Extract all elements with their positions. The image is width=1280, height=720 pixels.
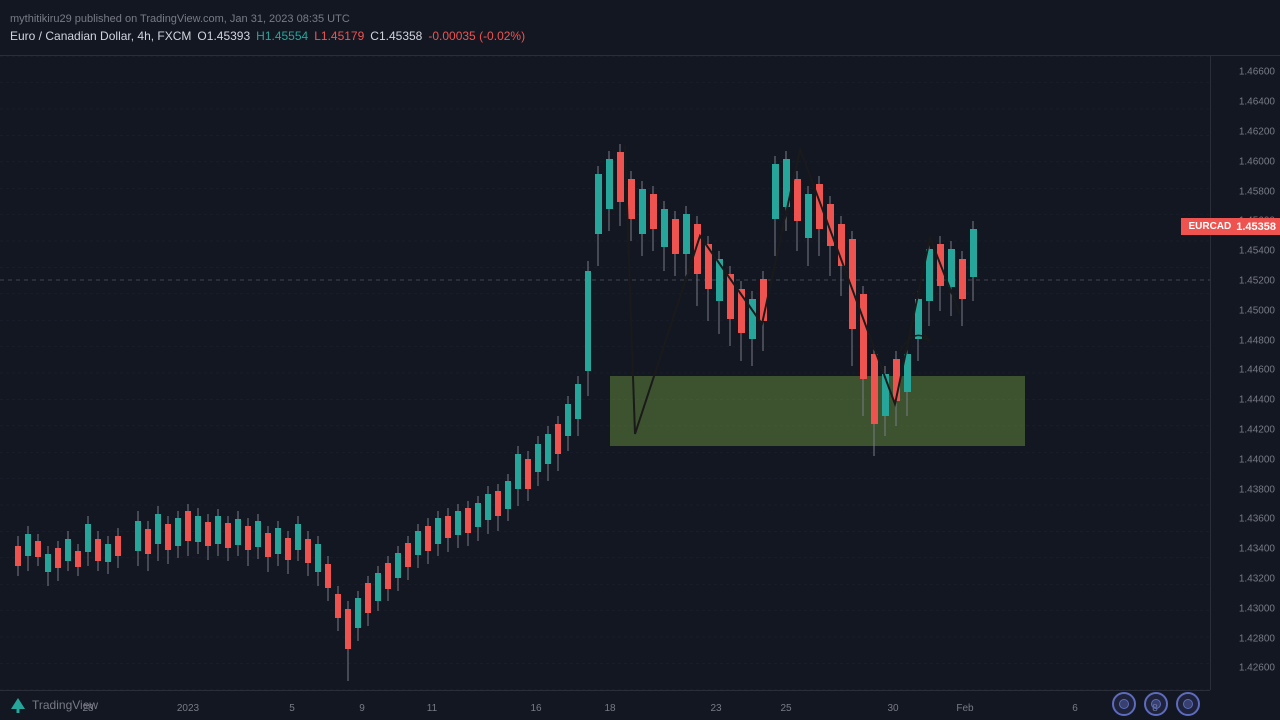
price-46200: 1.46200 [1239, 127, 1275, 138]
nav-dot-mid[interactable] [1144, 692, 1168, 716]
support-zone [610, 376, 1025, 446]
bottom-bar: TradingView [0, 690, 98, 720]
nav-dot-left[interactable] [1112, 692, 1136, 716]
current-price-value: 1.45358 [1236, 221, 1276, 233]
chart-area[interactable] [0, 56, 1210, 690]
open-value: O1.45393 [197, 29, 250, 43]
nav-dot-right[interactable] [1176, 692, 1200, 716]
high-value: H1.45554 [256, 29, 308, 43]
time-label-30: 30 [887, 703, 898, 714]
price-42600: 1.42600 [1239, 663, 1275, 674]
price-43400: 1.43400 [1239, 544, 1275, 555]
price-45400: 1.45400 [1239, 246, 1275, 257]
time-label-6: 6 [1072, 703, 1078, 714]
price-43800: 1.43800 [1239, 484, 1275, 495]
top-bar: mythitikiru29 published on TradingView.c… [0, 0, 1280, 56]
current-price-badge: EURCAD 1.45358 [1181, 218, 1280, 235]
time-label-18: 18 [604, 703, 615, 714]
tradingview-logo: TradingView [8, 695, 98, 715]
time-label-5: 5 [289, 703, 295, 714]
time-label-11: 11 [427, 703, 437, 714]
close-value: C1.45358 [370, 29, 422, 43]
time-label-16: 16 [530, 703, 541, 714]
time-label-feb: Feb [956, 703, 973, 714]
price-44800: 1.44800 [1239, 335, 1275, 346]
low-value: L1.45179 [314, 29, 364, 43]
price-44600: 1.44600 [1239, 365, 1275, 376]
nav-dots [1112, 692, 1200, 716]
price-42800: 1.42800 [1239, 633, 1275, 644]
price-45200: 1.45200 [1239, 276, 1275, 287]
chart-container: mythitikiru29 published on TradingView.c… [0, 0, 1280, 720]
price-44400: 1.44400 [1239, 395, 1275, 406]
symbol-info: Euro / Canadian Dollar, 4h, FXCM O1.4539… [10, 29, 1280, 43]
time-label-9: 9 [359, 703, 365, 714]
price-43600: 1.43600 [1239, 514, 1275, 525]
price-46400: 1.46400 [1239, 97, 1275, 108]
time-label-2023: 2023 [177, 703, 199, 714]
price-44200: 1.44200 [1239, 425, 1275, 436]
price-46600: 1.46600 [1239, 67, 1275, 78]
tv-pine-icon [8, 695, 28, 715]
price-labels: 1.46600 1.46400 1.46200 1.46000 1.45800 … [1210, 56, 1280, 690]
symbol-name: Euro / Canadian Dollar, 4h, FXCM [10, 29, 191, 43]
price-43200: 1.43200 [1239, 574, 1275, 585]
time-axis: 26 28 2023 5 9 11 16 18 23 25 30 Feb 6 8 [0, 690, 1210, 720]
price-45800: 1.45800 [1239, 186, 1275, 197]
brand-name: TradingView [32, 698, 98, 712]
publisher-info: mythitikiru29 published on TradingView.c… [10, 13, 1280, 25]
price-45000: 1.45000 [1239, 305, 1275, 316]
change-value: -0.00035 (-0.02%) [428, 29, 525, 43]
time-label-23: 23 [710, 703, 721, 714]
price-44000: 1.44000 [1239, 454, 1275, 465]
time-label-25: 25 [780, 703, 791, 714]
price-46000: 1.46000 [1239, 156, 1275, 167]
price-43000: 1.43000 [1239, 603, 1275, 614]
symbol-tag: EURCAD [1185, 220, 1234, 233]
